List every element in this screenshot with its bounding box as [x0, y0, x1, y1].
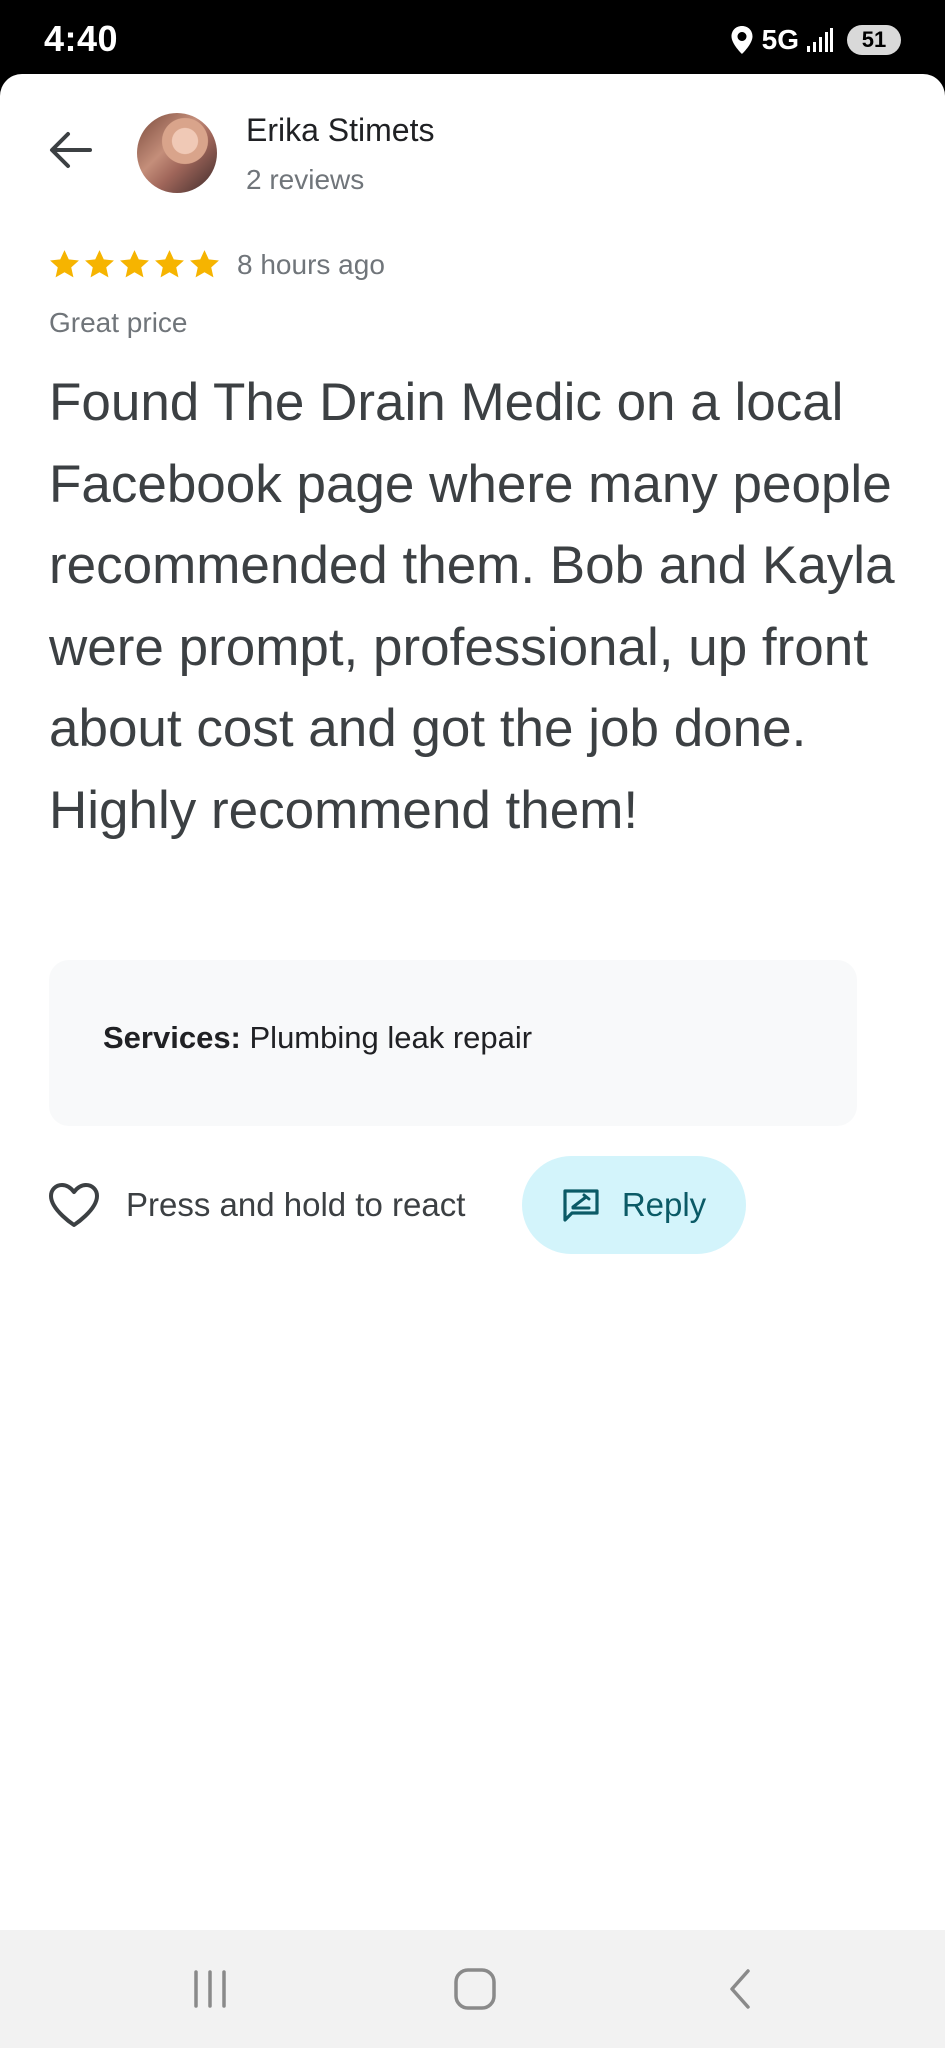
- nav-back-button[interactable]: [710, 1964, 770, 2014]
- react-button[interactable]: Press and hold to react: [48, 1170, 465, 1240]
- home-icon: [454, 1968, 496, 2010]
- reply-edit-icon: [563, 1189, 599, 1222]
- star-icon: [85, 250, 114, 278]
- services-box: Services: Plumbing leak repair: [49, 960, 857, 1126]
- star-icon: [50, 250, 79, 278]
- back-button[interactable]: [44, 124, 96, 176]
- review-time: 8 hours ago: [237, 249, 385, 280]
- home-button[interactable]: [445, 1964, 505, 2014]
- review-text: Found The Drain Medic on a local Faceboo…: [49, 373, 895, 840]
- star-icon: [155, 250, 184, 278]
- services-line: Services: Plumbing leak repair: [103, 1020, 532, 1056]
- back-icon: [730, 1969, 750, 2009]
- status-bar: 4:40 5G 51: [0, 0, 945, 76]
- signal-icon: [807, 28, 833, 52]
- recent-apps-button[interactable]: [180, 1964, 240, 2014]
- star-rating: [48, 248, 221, 281]
- battery-level: 51: [861, 27, 887, 52]
- status-time: 4:40: [44, 18, 119, 59]
- battery-indicator: 51: [847, 25, 901, 55]
- star-icon: [120, 250, 149, 278]
- reviewer-name[interactable]: Erika Stimets: [246, 112, 434, 149]
- heart-icon: [49, 1183, 99, 1227]
- review-tag: Great price: [49, 307, 188, 338]
- system-nav-bar: [0, 1930, 945, 2048]
- star-icon: [190, 250, 219, 278]
- avatar[interactable]: [137, 113, 217, 193]
- network-type: 5G: [761, 24, 799, 55]
- services-label: Services:: [103, 1020, 241, 1055]
- status-indicators: 5G 51: [730, 20, 901, 60]
- reply-button[interactable]: Reply: [522, 1156, 746, 1254]
- reply-label: Reply: [621, 1186, 707, 1223]
- reviewer-review-count: 2 reviews: [246, 164, 365, 195]
- location-icon: [731, 26, 753, 54]
- recent-apps-icon: [194, 1970, 226, 2008]
- services-value: Plumbing leak repair: [240, 1020, 533, 1055]
- react-label: Press and hold to react: [126, 1186, 466, 1223]
- arrow-left-icon: [50, 132, 92, 168]
